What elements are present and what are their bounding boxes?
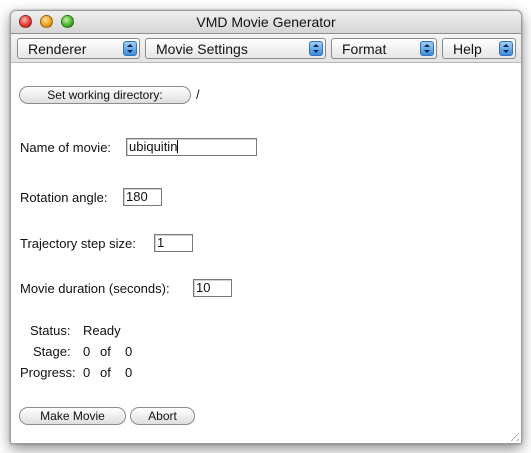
movie-name-value: ubiquitin [129, 139, 178, 154]
popup-arrows-icon [499, 41, 513, 56]
progress-total: 0 [125, 365, 133, 380]
progress-current: 0 [83, 365, 91, 380]
renderer-menu-label: Renderer [28, 41, 87, 57]
format-menu-label: Format [342, 41, 387, 57]
window-title: VMD Movie Generator [196, 14, 336, 30]
rotation-angle-label: Rotation angle: [20, 190, 108, 205]
stage-total: 0 [125, 344, 133, 359]
help-menu-label: Help [453, 41, 482, 57]
movie-duration-label: Movie duration (seconds): [20, 281, 170, 296]
stage-label: Stage: [33, 344, 71, 359]
popup-arrows-icon [309, 41, 323, 56]
make-movie-button[interactable]: Make Movie [19, 407, 126, 425]
movie-settings-menu-label: Movie Settings [156, 41, 248, 57]
app-window: VMD Movie Generator Renderer Movie Setti… [10, 10, 522, 444]
status-value: Ready [83, 323, 121, 338]
movie-duration-input[interactable]: 10 [193, 279, 232, 297]
menu-bar: Renderer Movie Settings Format Help [11, 34, 521, 63]
title-bar[interactable]: VMD Movie Generator [11, 11, 521, 34]
movie-name-label: Name of movie: [20, 140, 112, 155]
text-caret [177, 140, 179, 153]
status-label: Status: [30, 323, 71, 338]
resize-grip-icon[interactable] [507, 429, 519, 441]
rotation-angle-input[interactable]: 180 [123, 188, 162, 206]
progress-label: Progress: [20, 365, 76, 380]
working-directory-value: / [196, 87, 200, 102]
stage-current: 0 [83, 344, 91, 359]
popup-arrows-icon [123, 41, 137, 56]
renderer-menu[interactable]: Renderer [17, 38, 140, 59]
set-working-directory-button[interactable]: Set working directory: [19, 86, 191, 104]
progress-of: of [100, 365, 111, 380]
help-menu[interactable]: Help [442, 38, 516, 59]
trajectory-step-input[interactable]: 1 [154, 234, 193, 252]
stage-of: of [100, 344, 111, 359]
movie-settings-menu[interactable]: Movie Settings [145, 38, 326, 59]
abort-button[interactable]: Abort [130, 407, 195, 425]
format-menu[interactable]: Format [331, 38, 437, 59]
movie-name-input[interactable]: ubiquitin [126, 138, 257, 156]
trajectory-step-label: Trajectory step size: [20, 236, 136, 251]
popup-arrows-icon [420, 41, 434, 56]
